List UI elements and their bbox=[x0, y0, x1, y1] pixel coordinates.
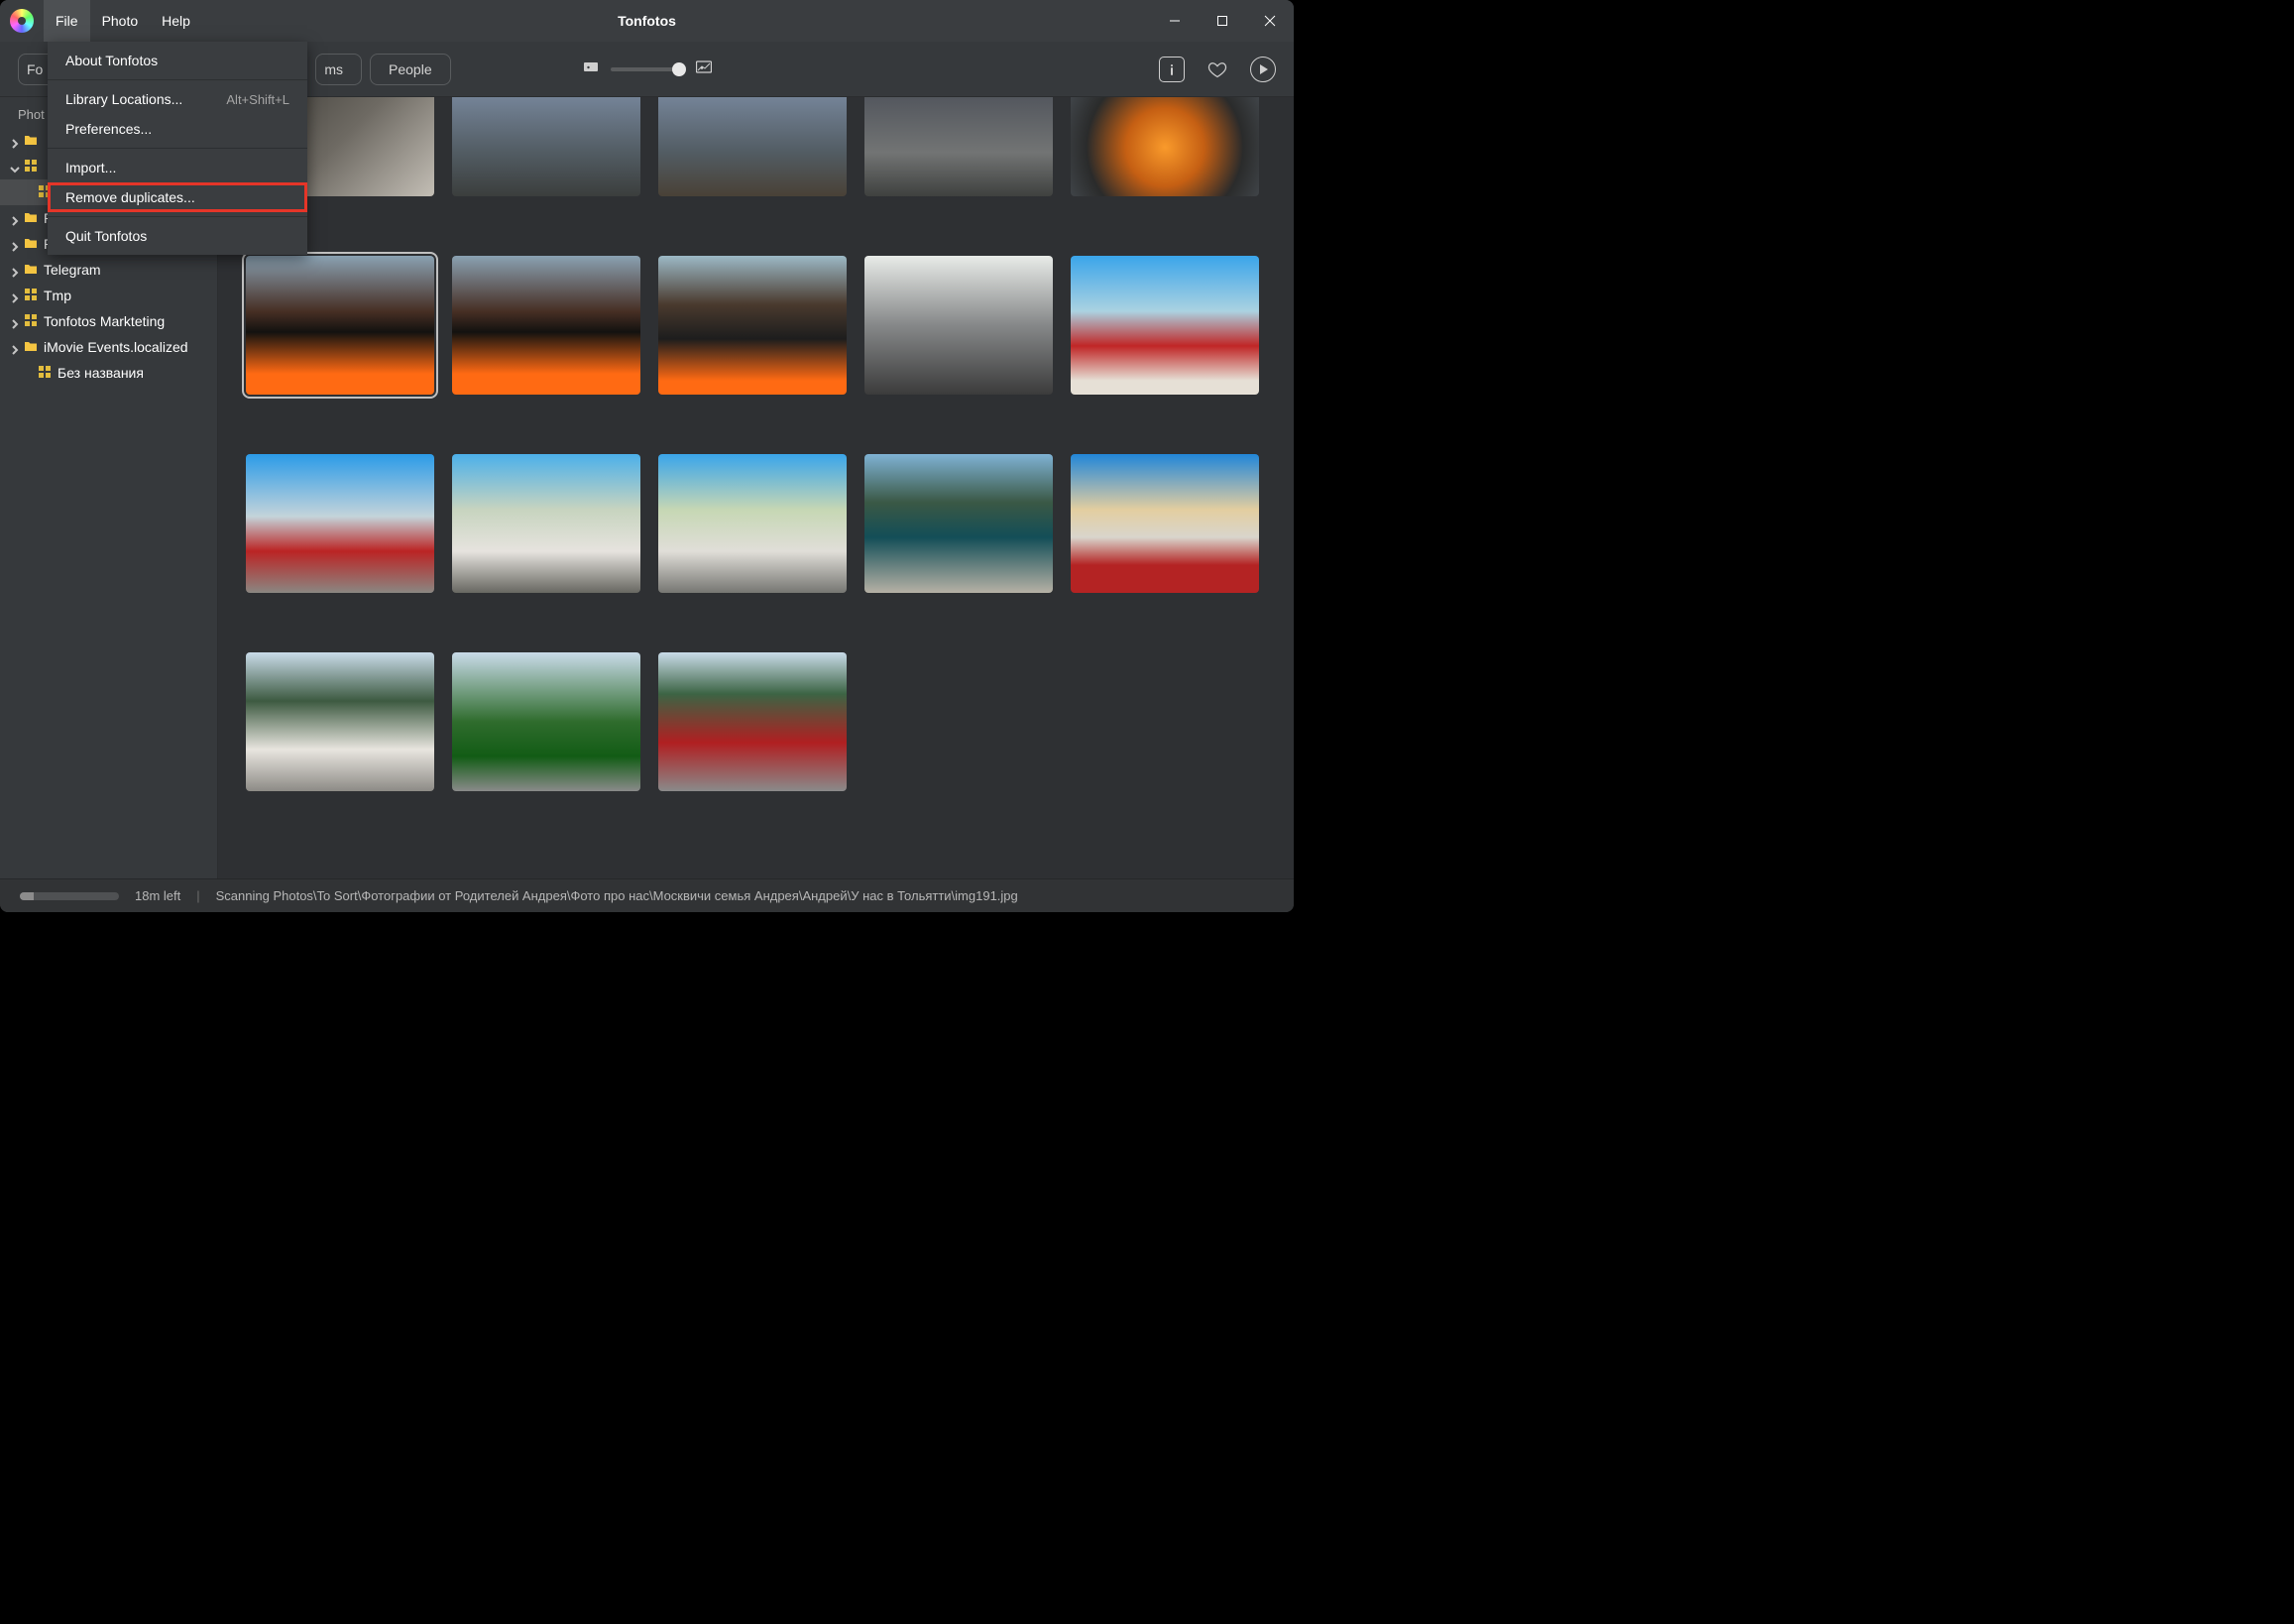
chevron-right-icon bbox=[10, 342, 20, 352]
chevron-right-icon bbox=[10, 239, 20, 249]
play-button[interactable] bbox=[1250, 57, 1276, 82]
menu-item-remove-duplicates[interactable]: Remove duplicates... bbox=[48, 182, 307, 212]
thumbnail[interactable] bbox=[1071, 256, 1259, 395]
chevron-right-icon bbox=[10, 213, 20, 223]
collection-icon bbox=[24, 313, 38, 330]
menu-item-preferences[interactable]: Preferences... bbox=[48, 114, 307, 144]
folder-icon bbox=[24, 236, 38, 253]
menu-separator bbox=[48, 148, 307, 149]
thumbnail[interactable] bbox=[452, 454, 640, 593]
folder-icon bbox=[24, 339, 38, 356]
thumbnail[interactable] bbox=[246, 652, 434, 791]
sidebar-item-label: Telegram bbox=[42, 262, 101, 278]
collection-icon bbox=[38, 365, 52, 382]
chevron-right-icon bbox=[10, 316, 20, 326]
thumbnail[interactable] bbox=[452, 97, 640, 196]
thumbnail[interactable] bbox=[1071, 97, 1259, 196]
thumbnail[interactable] bbox=[246, 256, 434, 395]
thumbnail[interactable] bbox=[452, 256, 640, 395]
thumbnail[interactable] bbox=[864, 97, 1053, 196]
maximize-button[interactable] bbox=[1199, 0, 1246, 42]
chevron-down-icon bbox=[10, 162, 20, 172]
menubar: File Photo Help bbox=[44, 0, 202, 42]
status-scanning-text: Scanning Photos\To Sort\Фотографии от Ро… bbox=[216, 888, 1018, 903]
thumbnail-zoom bbox=[583, 59, 712, 78]
sidebar-item-8[interactable]: iMovie Events.localized bbox=[0, 334, 217, 360]
thumbnail[interactable] bbox=[1071, 454, 1259, 593]
status-time-left: 18m left bbox=[135, 888, 180, 903]
chevron-right-icon bbox=[10, 290, 20, 300]
menu-help[interactable]: Help bbox=[150, 0, 202, 42]
app-logo bbox=[10, 9, 34, 33]
scan-progress-fill bbox=[20, 892, 34, 900]
sidebar-item-5[interactable]: Telegram bbox=[0, 257, 217, 283]
sidebar-item-label: Tmp bbox=[42, 288, 71, 303]
zoom-slider[interactable] bbox=[611, 67, 684, 71]
menu-separator bbox=[48, 79, 307, 80]
sidebar-item-label: Tonfotos Markteting bbox=[42, 313, 165, 329]
folder-icon bbox=[24, 262, 38, 279]
thumbnail[interactable] bbox=[658, 256, 847, 395]
sidebar-item-9[interactable]: Без названия bbox=[0, 360, 217, 386]
collection-icon bbox=[24, 288, 38, 304]
status-separator: | bbox=[196, 888, 199, 903]
sidebar-item-label: iMovie Events.localized bbox=[42, 339, 188, 355]
minimize-button[interactable] bbox=[1151, 0, 1199, 42]
sidebar-item-7[interactable]: Tonfotos Markteting bbox=[0, 308, 217, 334]
menu-item-quit[interactable]: Quit Tonfotos bbox=[48, 221, 307, 251]
window-controls bbox=[1151, 0, 1294, 42]
menu-item-shortcut: Alt+Shift+L bbox=[226, 92, 289, 107]
toolbar-right-icons bbox=[1159, 57, 1276, 82]
menu-item-label: Preferences... bbox=[65, 121, 152, 137]
favorite-button[interactable] bbox=[1204, 57, 1230, 82]
menu-item-label: Import... bbox=[65, 160, 116, 175]
titlebar: File Photo Help Tonfotos bbox=[0, 0, 1294, 42]
chevron-right-icon bbox=[10, 265, 20, 275]
thumbnail[interactable] bbox=[864, 454, 1053, 593]
menu-photo[interactable]: Photo bbox=[90, 0, 151, 42]
info-button[interactable] bbox=[1159, 57, 1185, 82]
menu-item-import[interactable]: Import... bbox=[48, 153, 307, 182]
thumbnail[interactable] bbox=[658, 652, 847, 791]
thumbnail[interactable] bbox=[246, 454, 434, 593]
chevron-none-icon bbox=[24, 368, 34, 378]
collection-icon bbox=[24, 159, 38, 175]
menu-item-label: Quit Tonfotos bbox=[65, 228, 147, 244]
close-button[interactable] bbox=[1246, 0, 1294, 42]
menu-item-label: Library Locations... bbox=[65, 91, 182, 107]
folder-icon bbox=[24, 133, 38, 150]
thumbnail[interactable] bbox=[658, 454, 847, 593]
thumbnail[interactable] bbox=[452, 652, 640, 791]
file-dropdown-menu: About Tonfotos Library Locations... Alt+… bbox=[48, 42, 307, 255]
folder-icon bbox=[24, 210, 38, 227]
thumbnail[interactable] bbox=[864, 256, 1053, 395]
thumbnail[interactable] bbox=[658, 97, 847, 196]
zoom-small-icon bbox=[583, 59, 599, 78]
tab-albums[interactable]: ms bbox=[315, 54, 362, 85]
menu-item-label: Remove duplicates... bbox=[65, 189, 195, 205]
sidebar-item-6[interactable]: Tmp bbox=[0, 283, 217, 308]
sidebar-item-label: Без названия bbox=[56, 365, 144, 381]
menu-item-library-locations[interactable]: Library Locations... Alt+Shift+L bbox=[48, 84, 307, 114]
zoom-slider-handle[interactable] bbox=[672, 62, 686, 76]
menu-item-about[interactable]: About Tonfotos bbox=[48, 46, 307, 75]
scan-progress bbox=[20, 892, 119, 900]
thumbnail-grid[interactable] bbox=[218, 97, 1294, 878]
zoom-large-icon bbox=[696, 59, 712, 78]
chevron-none-icon bbox=[24, 187, 34, 197]
menu-item-label: About Tonfotos bbox=[65, 53, 158, 68]
menu-separator bbox=[48, 216, 307, 217]
tab-people[interactable]: People bbox=[370, 54, 451, 85]
chevron-right-icon bbox=[10, 136, 20, 146]
statusbar: 18m left | Scanning Photos\To Sort\Фотог… bbox=[0, 878, 1294, 912]
menu-file[interactable]: File bbox=[44, 0, 90, 42]
